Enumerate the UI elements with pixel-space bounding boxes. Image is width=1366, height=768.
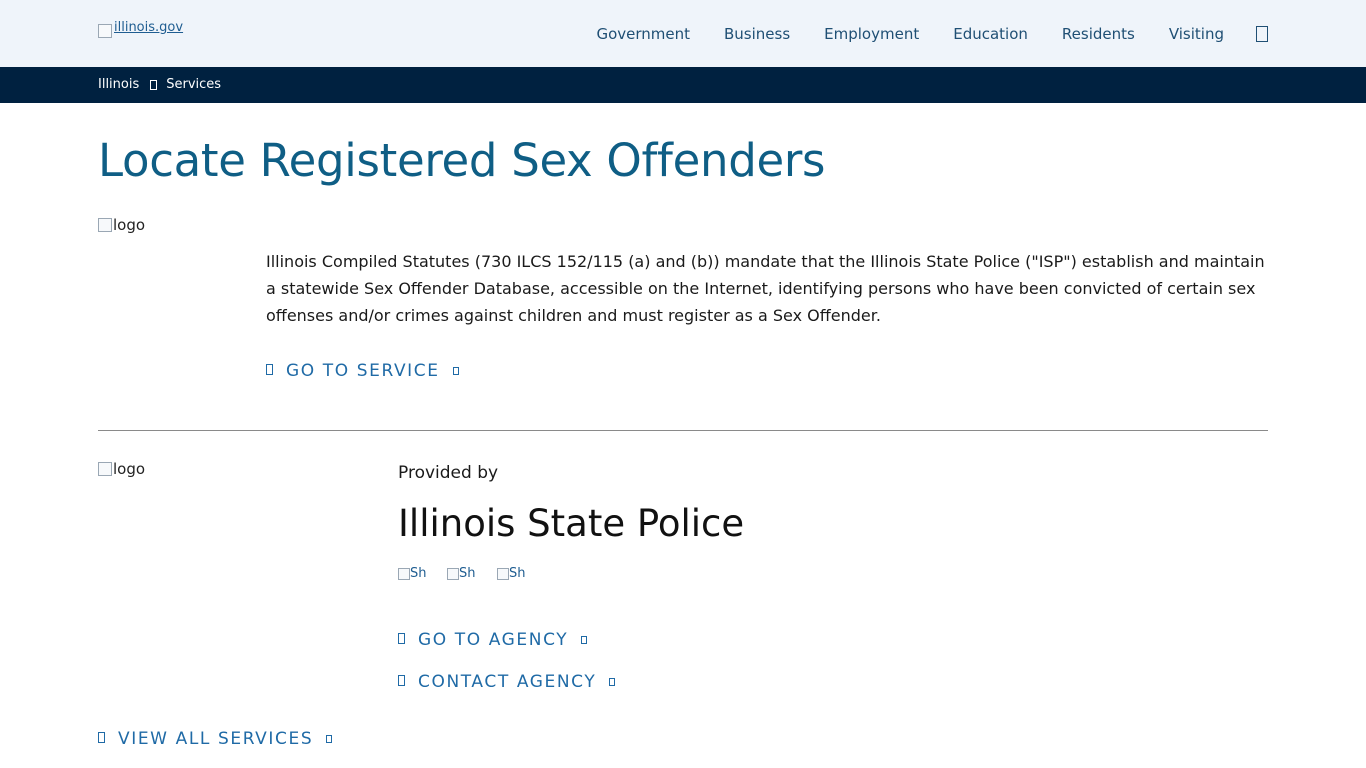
nav-item-visiting[interactable]: Visiting: [1169, 23, 1224, 45]
social-link-1[interactable]: Sh: [398, 566, 430, 581]
nav-item-education[interactable]: Education: [953, 23, 1028, 45]
social-alt-3: Sh: [509, 566, 526, 581]
arrow-icon: [609, 678, 616, 686]
nav-item-business[interactable]: Business: [724, 23, 790, 45]
service-description: Illinois Compiled Statutes (730 ILCS 152…: [266, 252, 1265, 325]
social-link-2[interactable]: Sh: [447, 566, 479, 581]
agency-logo: logo: [98, 460, 145, 478]
arrow-icon: [326, 735, 333, 743]
broken-image-icon: [497, 568, 509, 580]
nav-item-employment[interactable]: Employment: [824, 23, 919, 45]
mail-icon: [398, 674, 405, 686]
external-link-icon: [398, 632, 405, 644]
social-alt-1: Sh: [410, 566, 427, 581]
contact-agency-link[interactable]: CONTACT AGENCY: [398, 672, 616, 692]
nav-item-residents[interactable]: Residents: [1062, 23, 1135, 45]
broken-image-icon: [447, 568, 459, 580]
breadcrumb: Illinois Services: [98, 76, 221, 94]
section-divider: [98, 430, 1268, 431]
go-to-service-link[interactable]: GO TO SERVICE: [266, 361, 459, 381]
broken-image-icon: [98, 218, 112, 232]
social-alt-2: Sh: [459, 566, 476, 581]
list-icon: [98, 731, 105, 743]
illinois-gov-logo[interactable]: illinois.gov: [98, 20, 183, 38]
search-icon[interactable]: [1256, 26, 1268, 42]
service-logo-alt: logo: [113, 216, 146, 234]
contact-agency-label: CONTACT AGENCY: [418, 672, 597, 692]
broken-image-icon: [98, 462, 112, 476]
go-to-service-label: GO TO SERVICE: [286, 361, 440, 381]
main-nav: Government Business Employment Education…: [562, 23, 1268, 45]
external-link-icon: [266, 363, 273, 375]
agency-logo-alt: logo: [113, 460, 146, 478]
view-all-services-link[interactable]: VIEW ALL SERVICES: [98, 729, 333, 749]
logo-alt-text: illinois.gov: [114, 20, 184, 35]
service-logo: logo: [98, 216, 145, 234]
chevron-right-icon: [150, 80, 158, 90]
view-all-services-label: VIEW ALL SERVICES: [118, 729, 314, 749]
page-title: Locate Registered Sex Offenders: [98, 134, 826, 187]
go-to-agency-label: GO TO AGENCY: [418, 630, 569, 650]
social-link-3[interactable]: Sh: [497, 566, 529, 581]
arrow-icon: [581, 636, 588, 644]
site-header: illinois.gov Government Business Employm…: [0, 0, 1366, 67]
nav-item-government[interactable]: Government: [596, 23, 690, 45]
provided-by-label: Provided by: [398, 463, 499, 483]
breadcrumb-item-services[interactable]: Services: [166, 76, 221, 94]
arrow-icon: [452, 367, 459, 375]
breadcrumb-bar: Illinois Services: [0, 67, 1366, 103]
broken-image-icon: [398, 568, 410, 580]
agency-name: Illinois State Police: [398, 502, 745, 545]
breadcrumb-item-illinois[interactable]: Illinois: [98, 76, 139, 94]
go-to-agency-link[interactable]: GO TO AGENCY: [398, 630, 588, 650]
broken-image-icon: [98, 24, 112, 38]
